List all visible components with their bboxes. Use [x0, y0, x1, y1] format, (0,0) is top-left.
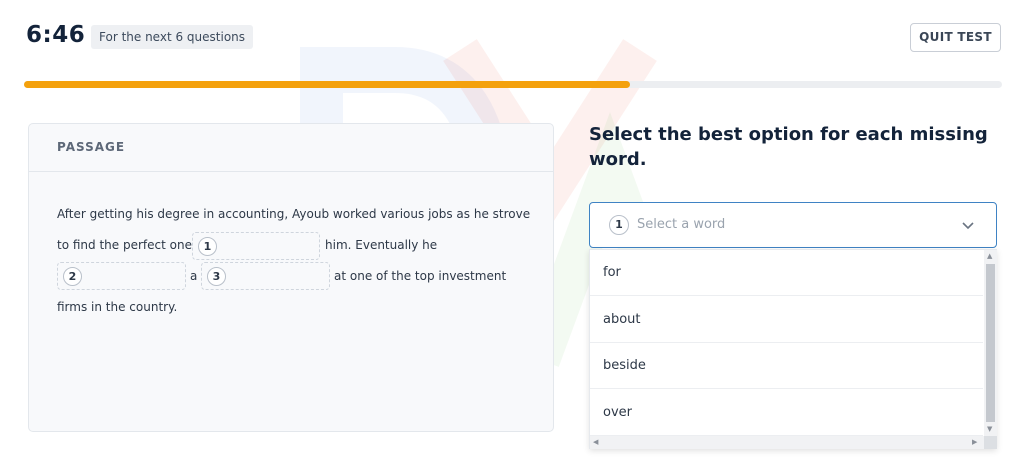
scroll-left-icon[interactable]: ◀	[593, 438, 598, 446]
timer: 6:46	[26, 22, 86, 48]
progress-bar	[24, 81, 1002, 88]
scrollbar-corner	[984, 436, 997, 449]
passage-text-word: a	[190, 269, 198, 283]
passage-text-line: firms in the country.	[57, 300, 178, 314]
word-select[interactable]: 1 Select a word	[589, 202, 997, 248]
passage-text-line: After getting his degree in accounting, …	[57, 207, 531, 221]
option-item[interactable]: about	[590, 297, 983, 343]
passage-panel: PASSAGE After getting his degree in acco…	[28, 123, 554, 432]
header: 6:46 For the next 6 questions QUIT TEST	[0, 0, 1024, 78]
select-placeholder: Select a word	[637, 217, 726, 232]
horizontal-scrollbar[interactable]: ◀ ▶	[590, 436, 984, 449]
blank-1[interactable]: 1	[192, 232, 320, 260]
select-number: 1	[609, 215, 629, 235]
questions-badge: For the next 6 questions	[91, 25, 254, 49]
quit-test-button[interactable]: QUIT TEST	[910, 23, 1001, 52]
blank-number: 3	[207, 267, 226, 286]
scroll-up-icon[interactable]: ▲	[987, 252, 992, 260]
scroll-down-icon[interactable]: ▼	[987, 425, 992, 433]
scrollbar-thumb[interactable]	[986, 264, 995, 422]
options-dropdown: for about beside over ▲ ▼ ◀ ▶	[589, 249, 997, 449]
progress-fill	[24, 81, 631, 88]
option-item[interactable]: for	[590, 250, 983, 296]
blank-3[interactable]: 3	[201, 262, 330, 290]
passage-body: After getting his degree in accounting, …	[29, 172, 553, 432]
passage-text-line: at one of the top investment	[334, 269, 507, 283]
option-item[interactable]: beside	[590, 343, 983, 389]
question-prompt: Select the best option for each missing …	[589, 124, 988, 170]
blank-number: 1	[198, 237, 217, 256]
blank-2[interactable]: 2	[57, 262, 186, 290]
scroll-right-icon[interactable]: ▶	[972, 438, 977, 446]
passage-text-line: him. Eventually he	[325, 238, 438, 252]
blank-number: 2	[63, 267, 82, 286]
option-item[interactable]: over	[590, 390, 983, 436]
passage-title: PASSAGE	[29, 124, 553, 172]
passage-text-line: to find the perfect one	[57, 238, 192, 252]
chevron-down-icon[interactable]	[960, 217, 976, 233]
vertical-scrollbar[interactable]: ▲ ▼	[984, 250, 997, 436]
